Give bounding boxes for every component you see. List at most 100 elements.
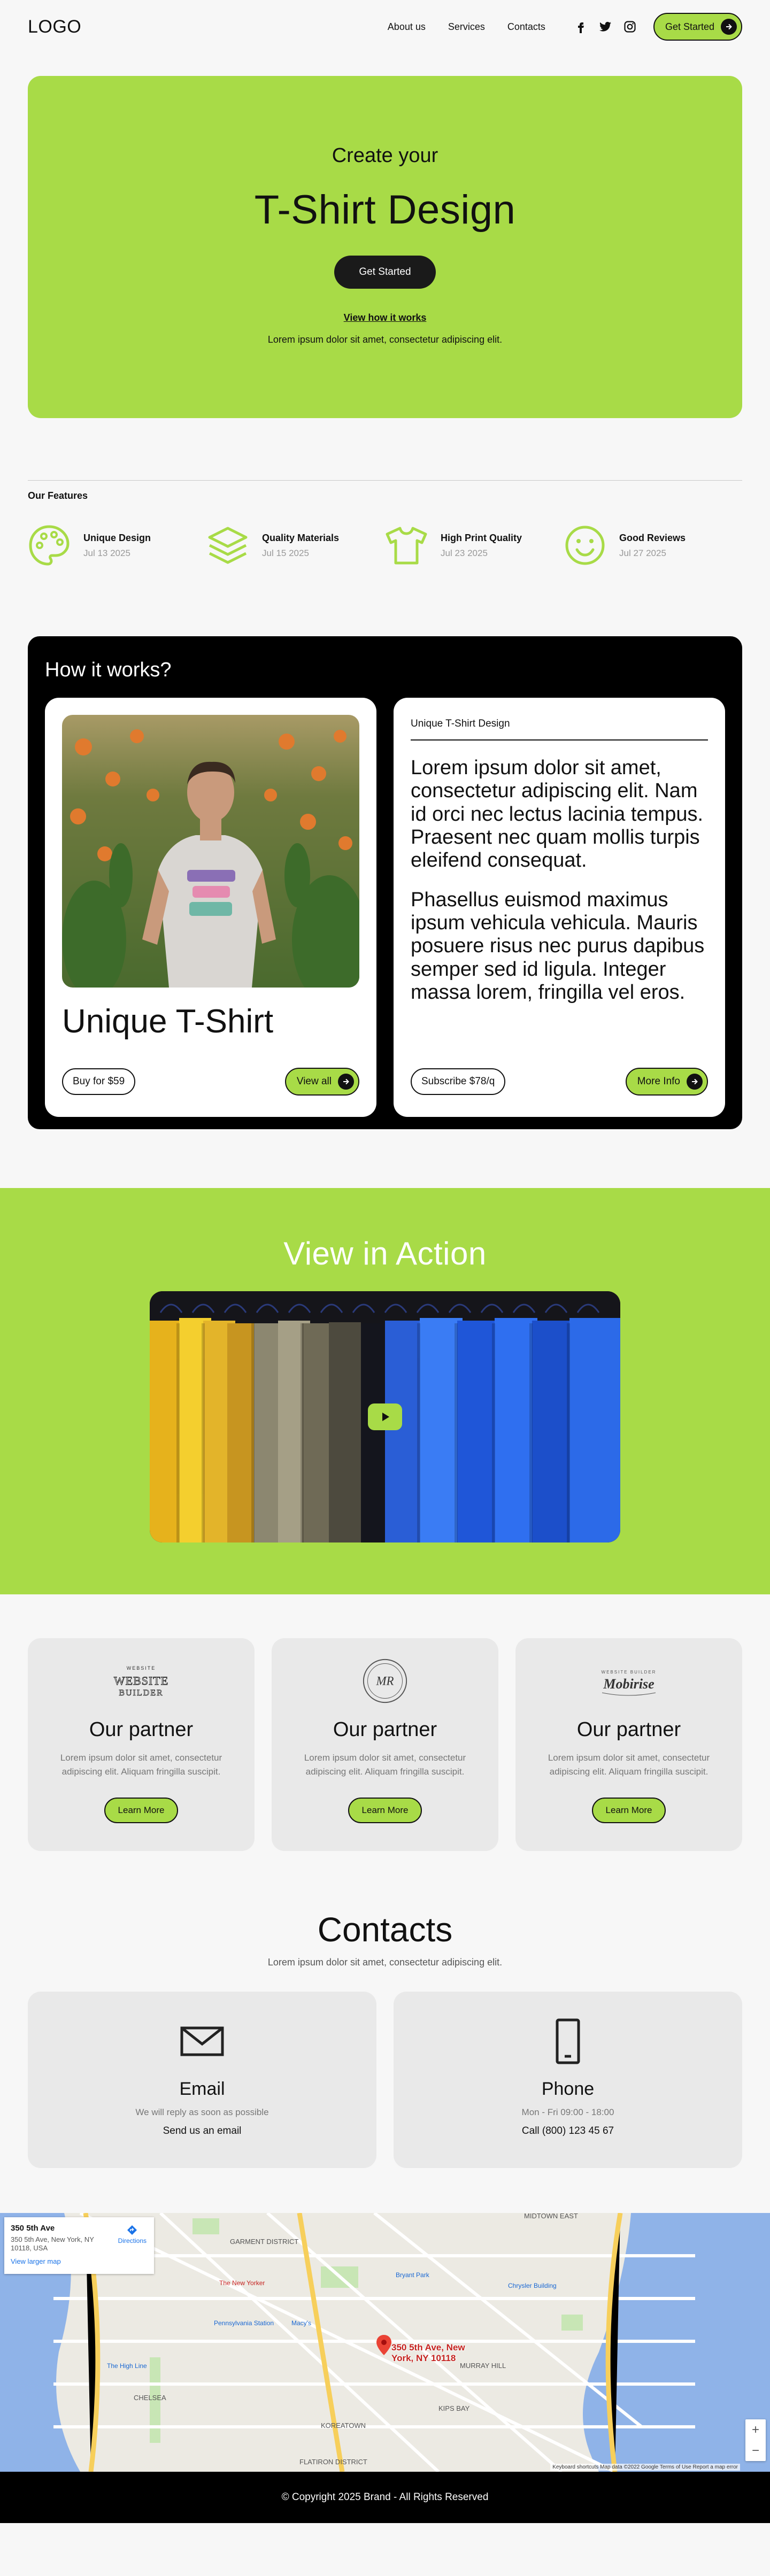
nav-services[interactable]: Services: [448, 21, 485, 33]
arrow-right-icon: [687, 1074, 703, 1090]
phone-link[interactable]: Call (800) 123 45 67: [394, 2125, 742, 2137]
tshirt-icon: [386, 527, 427, 565]
svg-text:Macy's: Macy's: [291, 2319, 311, 2327]
arrow-right-icon: [338, 1074, 354, 1090]
more-info-label: More Info: [637, 1076, 680, 1087]
feature-item: Unique Design Jul 13 2025: [28, 524, 206, 567]
email-title: Email: [179, 2079, 225, 2099]
hero-description: Lorem ipsum dolor sit amet, consectetur …: [267, 334, 503, 345]
learn-more-button[interactable]: Learn More: [348, 1798, 422, 1823]
facebook-icon[interactable]: [574, 20, 587, 33]
product-card: Unique T-Shirt Buy for $59 View all: [45, 698, 376, 1117]
svg-text:WEBSITE: WEBSITE: [114, 1674, 168, 1687]
svg-text:CHELSEA: CHELSEA: [134, 2394, 166, 2402]
layers-icon: [208, 527, 248, 564]
partner-title: Our partner: [333, 1718, 437, 1741]
contacts-subtitle: Lorem ipsum dolor sit amet, consectetur …: [267, 1957, 503, 1968]
email-card: Email We will reply as soon as possible …: [28, 1992, 376, 2168]
contact-cards: Email We will reply as soon as possible …: [28, 1992, 742, 2168]
feature-item: High Print Quality Jul 23 2025: [385, 524, 564, 567]
feature-date: Jul 15 2025: [262, 547, 309, 558]
map-pin-label: 350 5th Ave, New York, NY 10118: [391, 2342, 465, 2364]
svg-text:Mobirise: Mobirise: [603, 1676, 654, 1692]
hero-get-started-button[interactable]: Get Started: [334, 256, 436, 289]
section-divider: [28, 480, 742, 481]
how-title: How it works?: [45, 659, 172, 681]
smiley-icon: [565, 526, 605, 565]
phone-hours: Mon - Fri 09:00 - 18:00: [521, 2107, 614, 2117]
map-embed[interactable]: MIDTOWN EAST GARMENT DISTRICT CHELSEA KO…: [0, 2213, 770, 2472]
svg-text:KIPS BAY: KIPS BAY: [438, 2404, 470, 2412]
email-link[interactable]: Send us an email: [28, 2125, 376, 2137]
twitter-icon[interactable]: [599, 20, 612, 33]
partner-title: Our partner: [576, 1718, 681, 1741]
header-cta-label: Get Started: [665, 21, 714, 32]
directions-button[interactable]: Directions: [118, 2225, 147, 2245]
buy-button[interactable]: Buy for $59: [62, 1068, 136, 1095]
copyright-text: © Copyright 2025 Brand - All Rights Rese…: [281, 2492, 489, 2503]
more-info-button[interactable]: More Info: [625, 1068, 708, 1096]
learn-more-button[interactable]: Learn More: [592, 1798, 666, 1823]
svg-text:GARMENT DISTRICT: GARMENT DISTRICT: [230, 2238, 298, 2246]
envelope-icon: [180, 2026, 224, 2056]
partner-description: Lorem ipsum dolor sit amet, consectetur …: [60, 1753, 222, 1777]
contacts-header: Contacts Lorem ipsum dolor sit amet, con…: [0, 1910, 770, 1968]
feature-date: Jul 23 2025: [441, 547, 488, 558]
zoom-out-icon[interactable]: −: [752, 2443, 759, 2458]
features-list: Unique Design Jul 13 2025 Quality Materi…: [28, 524, 742, 567]
play-button[interactable]: [368, 1403, 402, 1430]
partner-description: Lorem ipsum dolor sit amet, consectetur …: [548, 1753, 710, 1777]
product-title: Unique T-Shirt: [62, 1003, 274, 1040]
phone-card: Phone Mon - Fri 09:00 - 18:00 Call (800)…: [394, 1992, 742, 2168]
view-how-it-works-link[interactable]: View how it works: [28, 312, 742, 323]
contacts-title: Contacts: [317, 1910, 453, 1949]
partners-section: WEBSITE WEBSITE BUILDER Our partner Lore…: [28, 1638, 742, 1851]
features-title: Our Features: [28, 490, 88, 501]
view-all-button[interactable]: View all: [284, 1068, 359, 1096]
action-title: View in Action: [283, 1236, 487, 1271]
view-in-action-section: View in Action: [0, 1188, 770, 1594]
svg-text:WEBSITE: WEBSITE: [127, 1665, 156, 1671]
svg-text:KOREATOWN: KOREATOWN: [321, 2421, 366, 2430]
nav-contacts[interactable]: Contacts: [507, 21, 545, 33]
partner-logo: MR: [272, 1659, 498, 1703]
social-links: [574, 20, 636, 33]
map-address: 350 5th Ave, New York, NY 10118, USA: [11, 2235, 94, 2253]
map-place-card: 350 5th Ave 350 5th Ave, New York, NY 10…: [4, 2217, 154, 2274]
feature-date: Jul 13 2025: [83, 547, 130, 558]
zoom-in-icon[interactable]: +: [752, 2423, 759, 2438]
feature-title: High Print Quality: [441, 532, 522, 543]
view-larger-map-link[interactable]: View larger map: [11, 2257, 148, 2265]
phone-title: Phone: [541, 2079, 595, 2099]
feature-title: Good Reviews: [619, 532, 686, 543]
nav-about[interactable]: About us: [388, 21, 426, 33]
svg-text:FLATIRON DISTRICT: FLATIRON DISTRICT: [299, 2458, 367, 2466]
svg-text:MIDTOWN EAST: MIDTOWN EAST: [524, 2213, 578, 2220]
svg-text:The High Line: The High Line: [107, 2362, 147, 2370]
svg-text:BUILDER: BUILDER: [119, 1688, 163, 1698]
partner-description: Lorem ipsum dolor sit amet, consectetur …: [304, 1753, 466, 1777]
partner-card: MR Our partner Lorem ipsum dolor sit ame…: [272, 1638, 498, 1851]
hero-title: T-Shirt Design: [254, 187, 516, 233]
header-get-started-button[interactable]: Get Started: [653, 13, 742, 41]
learn-more-button[interactable]: Learn More: [104, 1798, 178, 1823]
play-icon: [382, 1413, 389, 1421]
subscribe-button[interactable]: Subscribe $78/q: [411, 1068, 506, 1095]
logo[interactable]: LOGO: [28, 17, 81, 37]
instagram-icon[interactable]: [623, 20, 636, 33]
hero-section: Create your T-Shirt Design Get Started V…: [28, 76, 742, 418]
info-card-label: Unique T-Shirt Design: [411, 718, 708, 741]
partner-card: WEBSITE WEBSITE BUILDER Our partner Lore…: [28, 1638, 255, 1851]
svg-text:Chrysler Building: Chrysler Building: [508, 2282, 557, 2289]
info-paragraph-2: Phasellus euismod maximus ipsum vehicula…: [411, 888, 705, 1004]
feature-date: Jul 27 2025: [619, 547, 666, 558]
svg-text:Bryant Park: Bryant Park: [396, 2271, 430, 2279]
hero-subtitle: Create your: [332, 144, 438, 167]
svg-text:WEBSITE BUILDER: WEBSITE BUILDER: [602, 1670, 657, 1675]
site-footer: © Copyright 2025 Brand - All Rights Rese…: [0, 2472, 770, 2523]
video-player[interactable]: [150, 1291, 620, 1542]
info-card: Unique T-Shirt Design Lorem ipsum dolor …: [394, 698, 725, 1117]
palette-icon: [29, 525, 70, 566]
feature-title: Quality Materials: [262, 532, 340, 543]
feature-title: Unique Design: [83, 532, 151, 543]
